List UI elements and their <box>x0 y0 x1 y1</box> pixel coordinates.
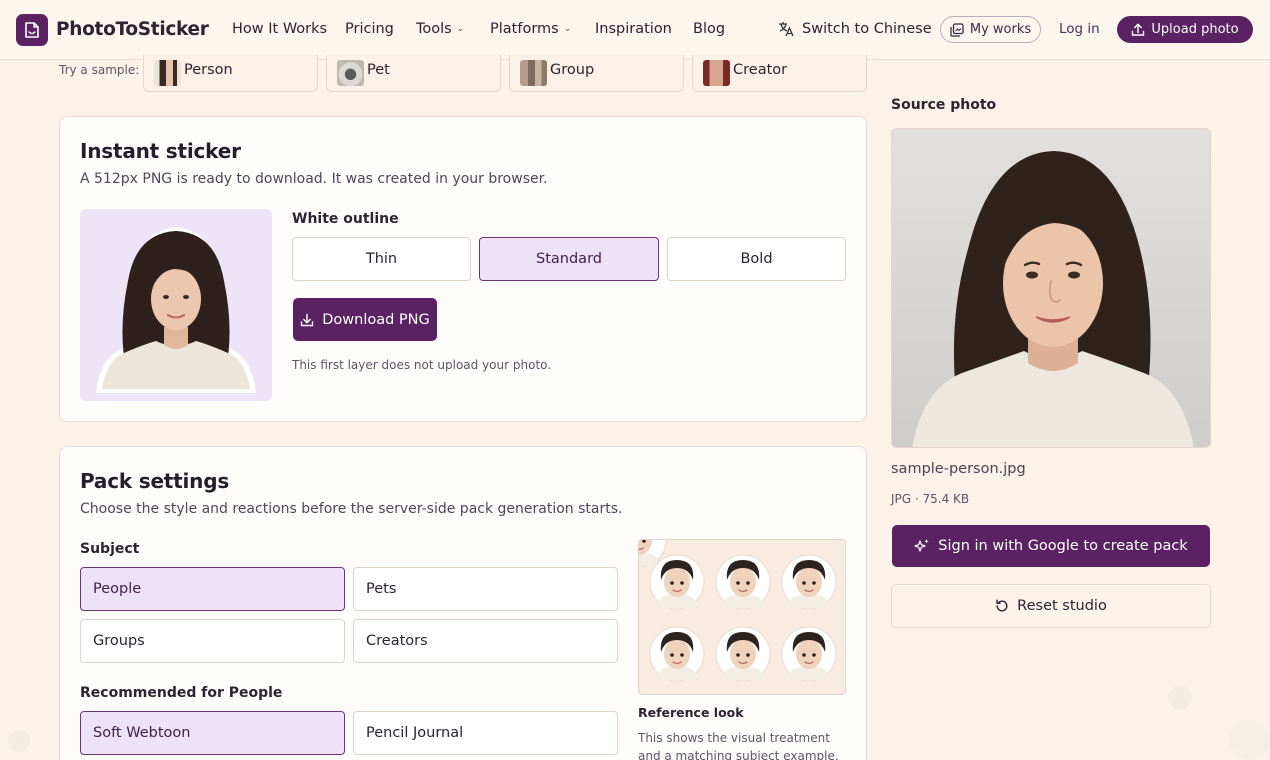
download-png-label: Download PNG <box>322 311 430 328</box>
reset-studio-label: Reset studio <box>1017 598 1107 614</box>
top-header: PhotoToSticker How It Works Pricing Tool… <box>0 0 1270 60</box>
upload-photo-label: Upload photo <box>1151 22 1239 37</box>
nav-inspiration[interactable]: Inspiration <box>595 21 672 37</box>
sample-person-label: Person <box>184 62 233 78</box>
sparkles-icon <box>914 539 929 552</box>
subject-pets-option[interactable]: Pets <box>353 567 618 611</box>
subject-creators-option[interactable]: Creators <box>353 619 618 663</box>
nav-how-it-works[interactable]: How It Works <box>232 21 327 37</box>
reference-look-description: This shows the visual treatment and a ma… <box>638 731 839 760</box>
nav-blog[interactable]: Blog <box>693 21 725 37</box>
chevron-down-icon: ⌄ <box>456 24 465 34</box>
recommended-style-label: Recommended for People <box>80 685 283 701</box>
sample-creator-thumbnail <box>703 60 730 86</box>
sample-creator-label: Creator <box>733 62 788 78</box>
sample-group-button[interactable]: Group <box>509 55 684 92</box>
outline-bold-option[interactable]: Bold <box>667 237 846 281</box>
sample-pet-label: Pet <box>367 62 390 78</box>
translate-icon <box>779 22 794 37</box>
brand-name[interactable]: PhotoToSticker <box>56 19 209 40</box>
sample-person-thumbnail <box>154 60 181 86</box>
sample-creator-button[interactable]: Creator <box>692 55 867 92</box>
source-photo-title: Source photo <box>891 97 997 113</box>
source-file-name: sample-person.jpg <box>891 461 1026 477</box>
instant-sticker-subtitle: A 512px PNG is ready to download. It was… <box>80 171 548 187</box>
upload-icon <box>1132 23 1145 36</box>
instant-sticker-title: Instant sticker <box>80 139 241 163</box>
pack-settings-title: Pack settings <box>80 469 230 493</box>
source-photo-image <box>891 128 1211 448</box>
nav-platforms-label: Platforms <box>490 21 559 37</box>
download-png-button[interactable]: Download PNG <box>293 298 437 341</box>
subject-label: Subject <box>80 541 140 557</box>
chevron-down-icon: ⌄ <box>563 24 572 34</box>
decorative-dot <box>1168 686 1192 710</box>
sample-pet-thumbnail <box>337 60 364 86</box>
nav-tools-label: Tools <box>416 21 452 37</box>
sample-pet-button[interactable]: Pet <box>326 55 501 92</box>
reset-icon <box>996 599 1008 612</box>
sample-person-button[interactable]: Person <box>143 55 318 92</box>
subject-groups-option[interactable]: Groups <box>80 619 345 663</box>
pack-settings-card: Pack settings Choose the style and react… <box>59 446 867 760</box>
sample-group-label: Group <box>550 62 595 78</box>
subject-people-option[interactable]: People <box>80 567 345 611</box>
outline-standard-option[interactable]: Standard <box>479 237 659 281</box>
sticker-preview-image <box>80 209 272 401</box>
style-soft-webtoon-option[interactable]: Soft Webtoon <box>80 711 345 755</box>
login-link[interactable]: Log in <box>1059 21 1100 37</box>
switch-language-link[interactable]: Switch to Chinese <box>802 21 932 37</box>
style-pencil-journal-option[interactable]: Pencil Journal <box>353 711 618 755</box>
source-file-meta: JPG · 75.4 KB <box>891 492 970 506</box>
instant-sticker-card: Instant sticker A 512px PNG is ready to … <box>59 116 867 422</box>
my-works-label: My works <box>969 22 1032 37</box>
nav-tools[interactable]: Tools ⌄ <box>416 21 464 37</box>
sample-row-label: Try a sample: <box>59 63 140 77</box>
decorative-dot <box>8 730 30 752</box>
outline-thin-option[interactable]: Thin <box>292 237 471 281</box>
reference-look-image <box>638 539 846 695</box>
reference-look-title: Reference look <box>638 705 744 720</box>
privacy-note: This first layer does not upload your ph… <box>292 358 552 372</box>
gallery-icon <box>950 22 964 37</box>
sample-group-thumbnail <box>520 60 547 86</box>
download-icon <box>301 313 314 326</box>
nav-pricing[interactable]: Pricing <box>345 21 394 37</box>
sign-in-create-pack-label: Sign in with Google to create pack <box>938 538 1188 554</box>
sign-in-create-pack-button[interactable]: Sign in with Google to create pack <box>892 525 1210 567</box>
white-outline-label: White outline <box>292 211 399 227</box>
logo-icon[interactable] <box>16 14 48 46</box>
my-works-button[interactable]: My works <box>940 16 1041 43</box>
reset-studio-button[interactable]: Reset studio <box>891 584 1211 628</box>
decorative-dot <box>1230 720 1270 760</box>
upload-photo-button[interactable]: Upload photo <box>1117 16 1253 43</box>
pack-settings-subtitle: Choose the style and reactions before th… <box>80 501 623 517</box>
nav-platforms[interactable]: Platforms ⌄ <box>490 21 571 37</box>
